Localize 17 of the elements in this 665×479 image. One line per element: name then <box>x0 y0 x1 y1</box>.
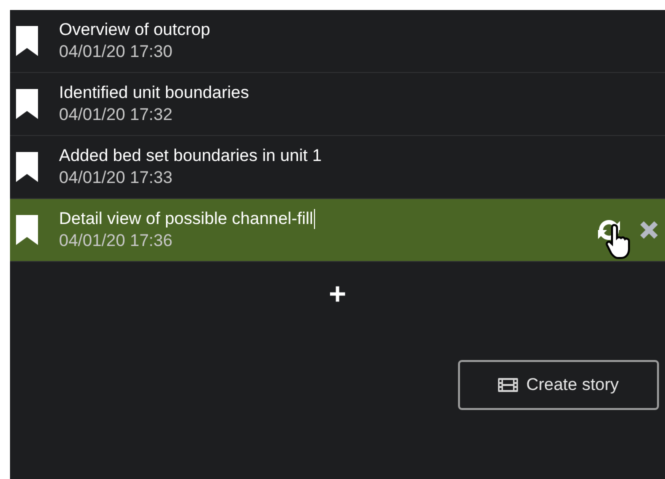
bookmark-time: 04/01/20 17:32 <box>59 104 174 126</box>
close-icon[interactable] <box>639 220 659 240</box>
bookmark-icon <box>16 215 38 245</box>
film-icon <box>498 378 518 392</box>
bookmark-time: 04/01/20 17:36 <box>59 230 174 252</box>
bookmark-icon <box>16 89 38 119</box>
bookmark-icon <box>16 26 38 56</box>
bookmark-title: Detail view of possible channel-fill <box>59 208 314 230</box>
bookmark-time: 04/01/20 17:30 <box>59 41 174 63</box>
bookmark-title: Added bed set boundaries in unit 1 <box>59 145 322 167</box>
create-story-button[interactable]: Create story <box>458 360 659 410</box>
bookmark-icon <box>16 152 38 182</box>
bookmark-row[interactable]: Detail view of possible channel-fill 04/01/20 17:36 <box>10 199 665 262</box>
bookmark-time: 04/01/20 17:33 <box>59 167 174 189</box>
add-button[interactable]: + <box>322 280 352 310</box>
bookmark-title: Identified unit boundaries <box>59 82 249 104</box>
bookmark-title: Overview of outcrop <box>59 19 210 41</box>
